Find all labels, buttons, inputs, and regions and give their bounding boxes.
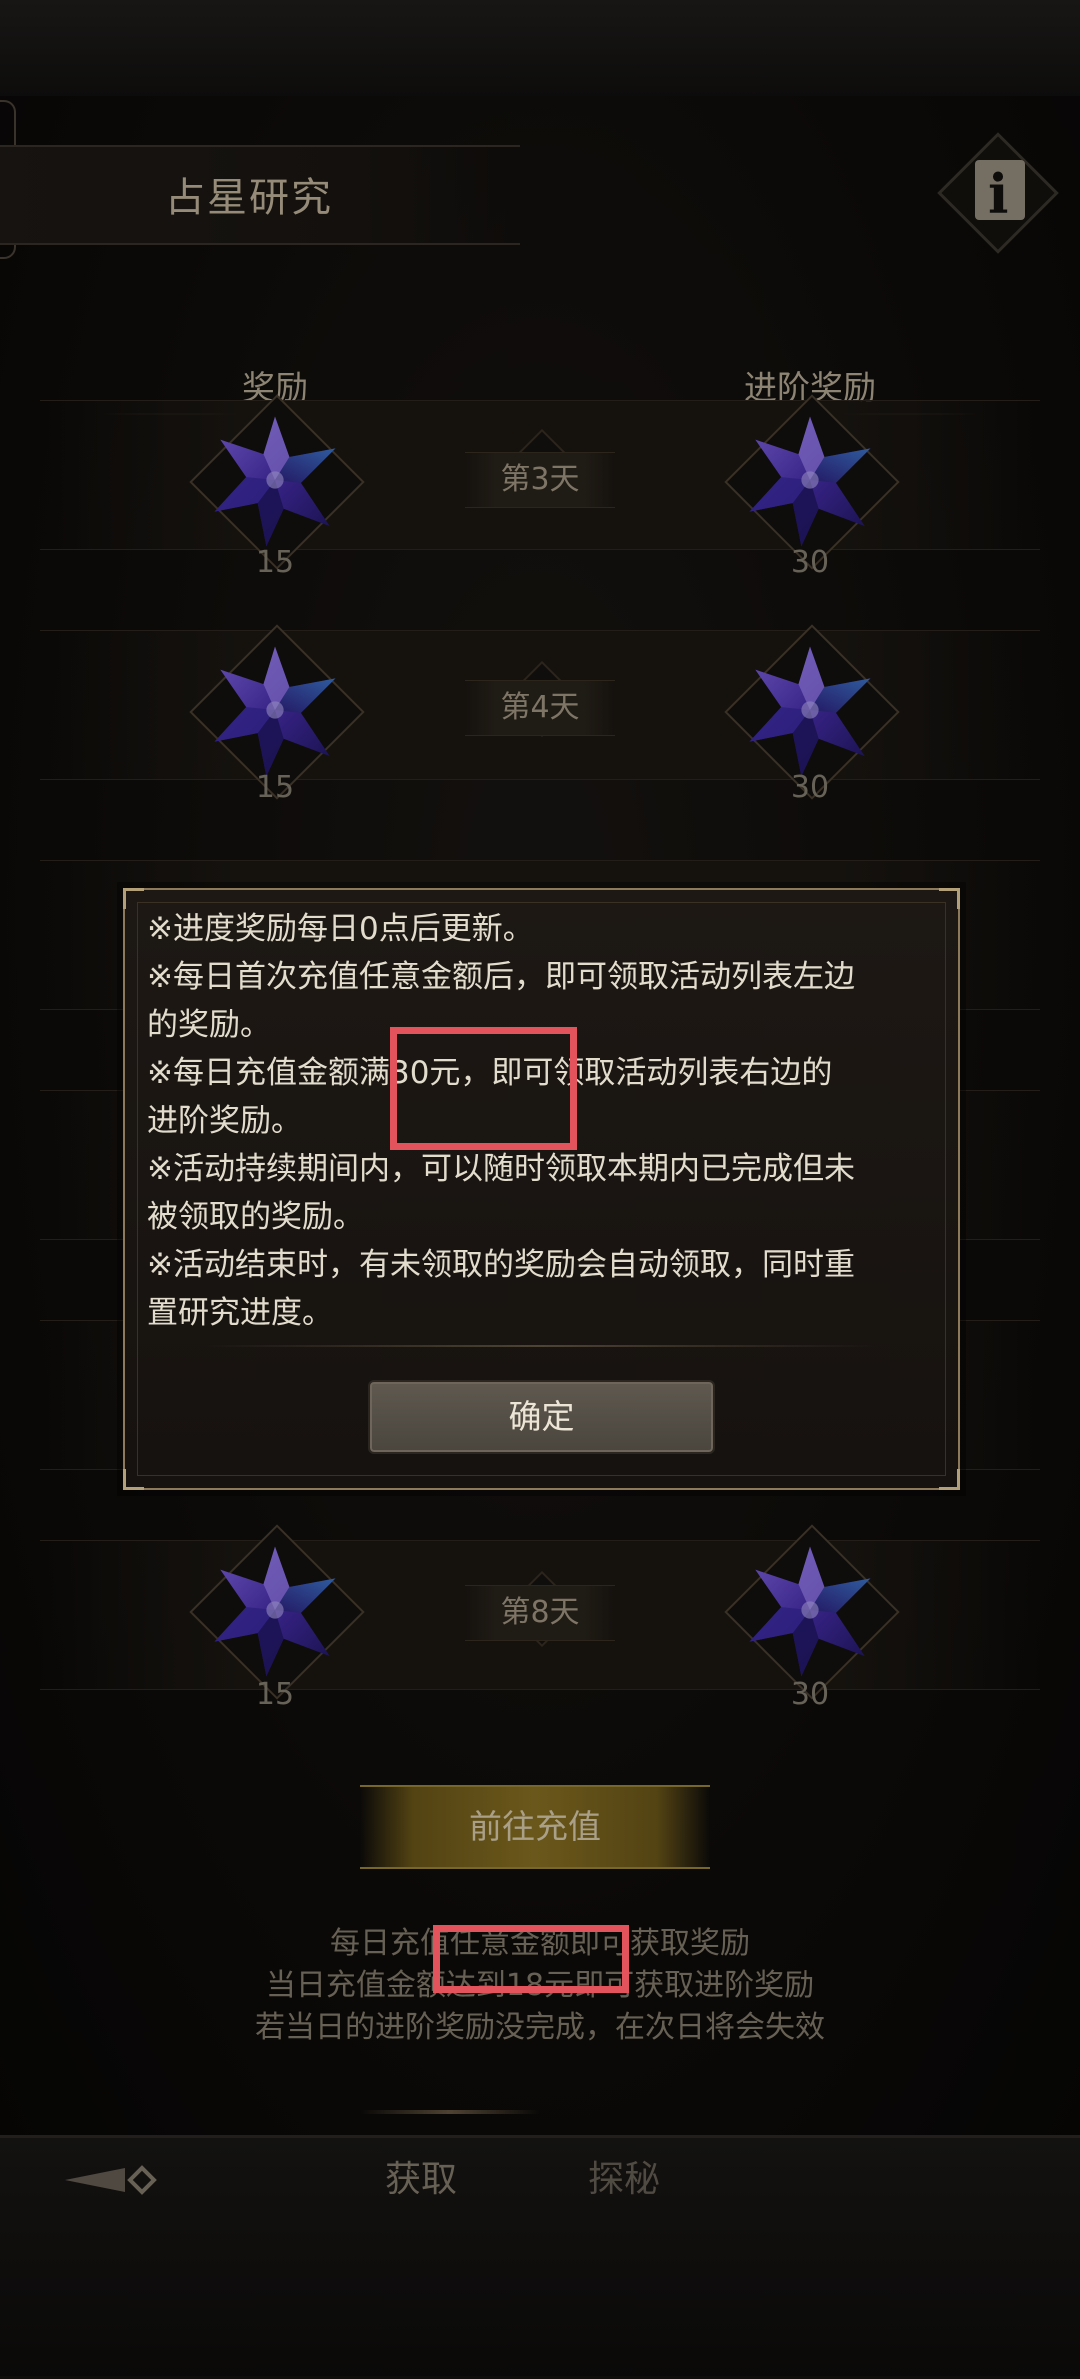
rules-line: ※活动持续期间内，可以随时领取本期内已完成但未 xyxy=(147,1151,855,1187)
dialog-corner xyxy=(939,1469,960,1490)
dialog-corner xyxy=(123,888,144,909)
rules-line: 置研究进度。 xyxy=(147,1295,333,1331)
dialog-divider xyxy=(200,1345,880,1347)
rules-line: ※活动结束时，有未领取的奖励会自动领取，同时重 xyxy=(147,1247,855,1283)
dialog-corner xyxy=(939,888,960,909)
highlight-box-18yuan xyxy=(433,1925,629,1993)
dialog-corner xyxy=(123,1469,144,1490)
highlight-box-30yuan xyxy=(390,1027,577,1150)
rules-line: ※进度奖励每日0点后更新。 xyxy=(147,911,534,947)
confirm-button[interactable]: 确定 xyxy=(368,1380,715,1454)
rules-line: ※每日首次充值任意金额后，即可领取活动列表左边 xyxy=(147,959,855,995)
rules-line: 被领取的奖励。 xyxy=(147,1199,364,1235)
